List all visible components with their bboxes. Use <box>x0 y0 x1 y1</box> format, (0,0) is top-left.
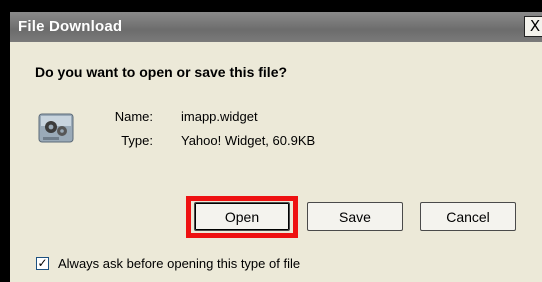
widget-file-icon <box>38 113 74 143</box>
close-button[interactable]: X <box>524 16 542 37</box>
type-label: Type: <box>121 133 153 148</box>
file-download-dialog: File Download X Do you want to open or s… <box>10 12 542 282</box>
question-text: Do you want to open or save this file? <box>35 64 288 80</box>
cancel-button[interactable]: Cancel <box>420 202 516 231</box>
open-button-highlight <box>186 196 298 238</box>
top-black-band <box>0 0 542 12</box>
name-value: imapp.widget <box>181 109 258 124</box>
dialog-title: File Download <box>18 18 123 35</box>
save-button[interactable]: Save <box>307 202 403 231</box>
always-ask-label[interactable]: Always ask before opening this type of f… <box>58 256 300 271</box>
left-black-border <box>0 12 10 282</box>
type-value: Yahoo! Widget, 60.9KB <box>181 133 316 148</box>
always-ask-checkbox[interactable]: ✓ <box>36 257 49 270</box>
title-bar[interactable]: File Download <box>10 12 542 42</box>
name-label: Name: <box>114 109 153 124</box>
